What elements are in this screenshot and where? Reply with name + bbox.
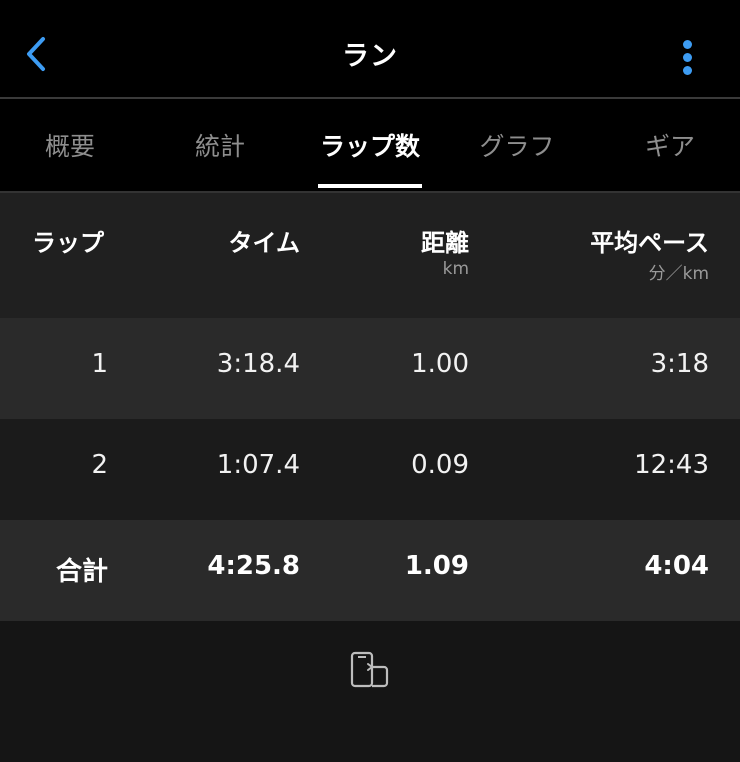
column-header-lap: ラップ: [32, 229, 104, 257]
tab-stats[interactable]: 統計: [170, 99, 270, 191]
column-header-time: タイム: [228, 229, 300, 257]
total-row: 合計 4:25.8 1.09 4:04: [0, 520, 740, 621]
more-options-button[interactable]: [668, 28, 708, 84]
total-distance: 1.09: [404, 551, 469, 581]
total-time: 4:25.8: [207, 551, 300, 581]
tab-laps[interactable]: ラップ数: [310, 99, 430, 191]
table-row[interactable]: 2 1:07.4 0.09 12:43: [0, 419, 740, 520]
pace-unit: 分／km: [648, 264, 709, 284]
lap-distance: 0.09: [411, 450, 469, 480]
total-label: 合計: [55, 557, 108, 587]
footer: [0, 622, 740, 762]
tab-gear[interactable]: ギア: [620, 99, 720, 191]
more-vertical-icon: [683, 40, 692, 49]
table-header: ラップ タイム 距離 km 平均ペース 分／km: [0, 193, 740, 318]
device-sync-icon[interactable]: [348, 650, 392, 690]
lap-number: 2: [91, 450, 108, 480]
lap-time: 1:07.4: [216, 450, 300, 480]
active-tab-indicator: [318, 184, 422, 188]
tab-bar: 概要 統計 ラップ数 グラフ ギア: [0, 99, 740, 193]
lap-pace: 12:43: [634, 450, 709, 480]
more-vertical-icon-dot: [683, 66, 692, 75]
lap-time: 3:18.4: [216, 349, 300, 379]
table-row[interactable]: 1 3:18.4 1.00 3:18: [0, 318, 740, 419]
column-header-avg-pace: 平均ペース: [590, 229, 709, 257]
page-title: ラン: [342, 41, 398, 72]
lap-pace: 3:18: [650, 349, 709, 379]
tab-overview[interactable]: 概要: [20, 99, 120, 191]
tab-graph[interactable]: グラフ: [462, 99, 572, 191]
lap-number: 1: [91, 349, 108, 379]
more-vertical-icon-dot: [683, 53, 692, 62]
distance-unit: km: [442, 259, 469, 279]
total-pace: 4:04: [644, 551, 709, 581]
column-header-distance: 距離: [421, 229, 469, 257]
lap-distance: 1.00: [411, 349, 469, 379]
top-bar: ラン: [0, 0, 740, 99]
